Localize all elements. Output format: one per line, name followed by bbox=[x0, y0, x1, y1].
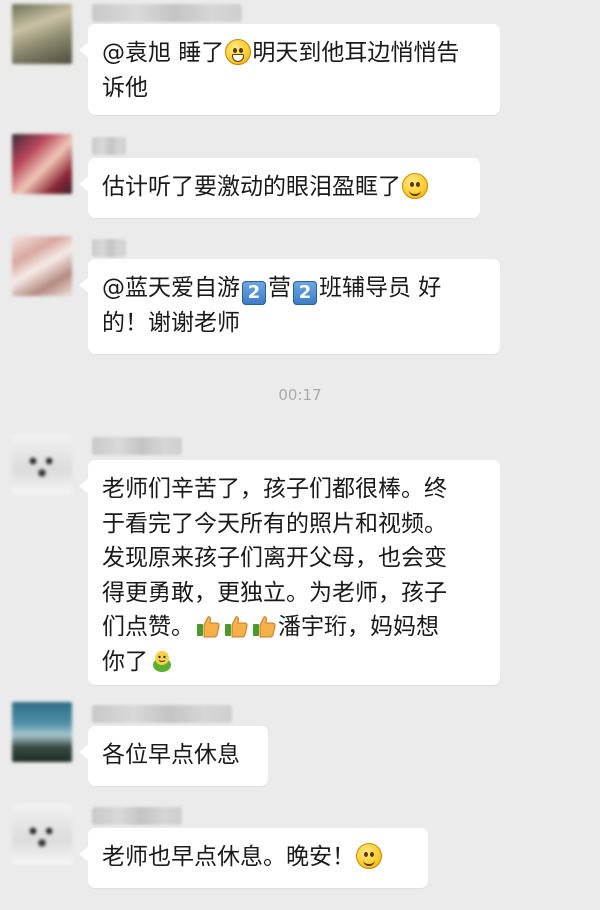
message-text: 估计听了要激动的眼泪盈眶了 bbox=[102, 174, 401, 200]
smiling-face-icon bbox=[356, 843, 382, 869]
message-text: 班辅导员 好 bbox=[319, 275, 442, 301]
message-text: 各位早点休息 bbox=[102, 742, 240, 768]
message-text: 的！谢谢老师 bbox=[102, 310, 240, 336]
message-text: 明天到他耳边悄悄告 bbox=[252, 40, 460, 66]
sender-name bbox=[92, 239, 126, 257]
timestamp: 00:17 bbox=[278, 386, 322, 404]
message-text: @蓝天爱自游 bbox=[102, 275, 240, 301]
message-bubble[interactable]: @袁旭 睡了 明天到他耳边悄悄告 诉他 bbox=[79, 24, 500, 115]
avatar[interactable] bbox=[12, 134, 72, 194]
thumbs-up-icon bbox=[253, 616, 276, 638]
green-frog-icon bbox=[153, 650, 171, 672]
avatar[interactable] bbox=[12, 236, 72, 296]
message-bubble[interactable]: @蓝天爱自游 2 营 2 班辅导员 好 的！谢谢老师 bbox=[79, 259, 500, 354]
chat-view: @袁旭 睡了 明天到他耳边悄悄告 诉他 估计听了要激动的眼泪盈眶了 @蓝天爱自游 2… bbox=[0, 0, 600, 910]
message-bubble[interactable]: 各位早点休息 bbox=[79, 726, 268, 786]
sender-name bbox=[92, 4, 242, 22]
message-text: 潘宇珩，妈妈想 bbox=[278, 614, 439, 640]
message-text: 老师也早点休息。晚安！ bbox=[102, 844, 355, 870]
message-bubble[interactable]: 老师也早点休息。晚安！ bbox=[79, 828, 428, 888]
number-key-icon: 2 bbox=[242, 281, 266, 305]
message-text: @袁旭 睡了 bbox=[102, 40, 225, 66]
sender-name bbox=[92, 137, 126, 155]
thumbs-up-icon bbox=[225, 616, 248, 638]
sender-name bbox=[92, 437, 182, 455]
smiling-face-icon bbox=[402, 173, 428, 199]
sender-name bbox=[92, 807, 182, 825]
avatar[interactable] bbox=[12, 434, 72, 494]
message-text: 诉他 bbox=[102, 75, 148, 101]
message-text: 老师们辛苦了，孩子们都很棒。终 bbox=[102, 476, 447, 502]
avatar[interactable] bbox=[12, 804, 72, 864]
avatar[interactable] bbox=[12, 702, 72, 762]
number-key-icon: 2 bbox=[293, 281, 317, 305]
message-text: 得更勇敢，更独立。为老师，孩子 bbox=[102, 579, 447, 606]
message-text: 营 bbox=[268, 275, 291, 301]
grinning-face-icon bbox=[225, 39, 252, 65]
message-text: 你了 bbox=[102, 648, 148, 675]
message-bubble[interactable]: 老师们辛苦了，孩子们都很棒。终 于看完了今天所有的照片和视频。 发现原来孩子们离… bbox=[79, 460, 500, 685]
message-text: 们点赞。 bbox=[102, 614, 194, 640]
thumbs-up-icon bbox=[197, 616, 220, 638]
avatar[interactable] bbox=[12, 4, 72, 64]
message-text: 于看完了今天所有的照片和视频。 bbox=[102, 510, 447, 537]
sender-name bbox=[92, 705, 232, 723]
message-bubble[interactable]: 估计听了要激动的眼泪盈眶了 bbox=[79, 158, 480, 218]
message-text: 发现原来孩子们离开父母，也会变 bbox=[102, 545, 447, 571]
